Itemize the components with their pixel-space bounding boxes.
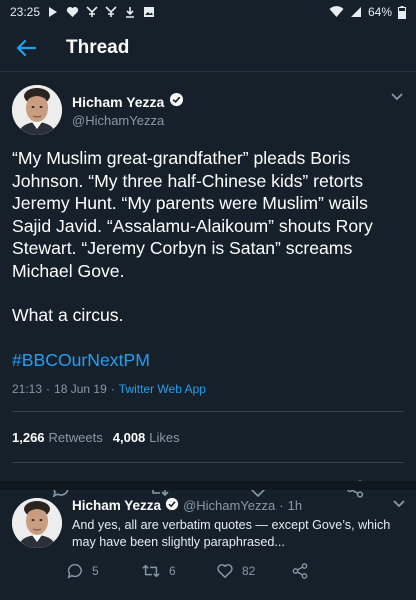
- retweets-label[interactable]: Retweets: [49, 430, 103, 445]
- status-bar: 23:25 64%: [0, 0, 416, 24]
- tweet-text: “My Muslim great-grandfather” pleads Bor…: [0, 147, 416, 371]
- arrow-left-icon: [16, 39, 36, 56]
- like-button[interactable]: 82: [216, 562, 291, 580]
- tweet-paragraph: “My Muslim great-grandfather” pleads Bor…: [12, 148, 373, 281]
- wifi-icon: [329, 6, 344, 18]
- tweet-meta: 21:13 · 18 Jun 19 · Twitter Web App: [0, 382, 416, 396]
- likes-label[interactable]: Likes: [149, 430, 179, 445]
- reply-tweet[interactable]: Hicham Yezza @HichamYezza · 1h And yes, …: [0, 490, 416, 600]
- meta-separator: ·: [46, 382, 51, 396]
- retweets-count[interactable]: 1,266: [12, 430, 45, 445]
- battery-percent: 64%: [367, 5, 392, 19]
- meta-separator: ·: [279, 498, 284, 513]
- hashtag-link[interactable]: #BBCOurNextPM: [12, 349, 404, 372]
- battery-icon: [398, 5, 406, 19]
- share-icon: [292, 563, 308, 579]
- retweet-icon: [142, 564, 160, 578]
- like-icon: [217, 564, 233, 579]
- author-name[interactable]: Hicham Yezza: [72, 498, 161, 513]
- likes-count[interactable]: 4,008: [113, 430, 146, 445]
- page-title: Thread: [66, 36, 130, 58]
- source-app-link[interactable]: Twitter Web App: [119, 382, 206, 396]
- signal-icon: [350, 6, 362, 18]
- verified-badge-icon: [169, 92, 184, 112]
- tweet-date: 18 Jun 19: [54, 382, 107, 396]
- verified-badge-icon: [165, 497, 179, 514]
- tweet-paragraph: What a circus.: [12, 305, 124, 325]
- app-bar: Thread: [0, 24, 416, 72]
- tweet-header: Hicham Yezza @HichamYezza: [0, 73, 416, 147]
- author-row: Hicham Yezza: [72, 92, 184, 112]
- tweet-time: 21:13: [12, 382, 43, 396]
- like-count: 82: [242, 564, 256, 578]
- reply-icon: [67, 563, 82, 579]
- reply-text: And yes, all are verbatim quotes — excep…: [72, 518, 391, 549]
- reply-header: Hicham Yezza @HichamYezza · 1h: [72, 497, 302, 514]
- retweet-button[interactable]: 6: [141, 562, 216, 580]
- author-handle[interactable]: @HichamYezza: [183, 498, 275, 513]
- avatar[interactable]: [12, 85, 62, 135]
- back-button[interactable]: [2, 24, 50, 72]
- mood-icon: [105, 6, 117, 18]
- author-handle[interactable]: @HichamYezza: [72, 113, 164, 128]
- more-options-button[interactable]: [392, 496, 406, 514]
- engagement-counts: 1,266 Retweets 4,008 Likes: [0, 412, 416, 462]
- heart-icon: [66, 6, 79, 18]
- mood-icon: [86, 6, 98, 18]
- avatar[interactable]: [12, 498, 62, 548]
- share-button[interactable]: [291, 562, 366, 580]
- retweet-count: 6: [169, 564, 176, 578]
- main-tweet: Hicham Yezza @HichamYezza “My Muslim gre…: [0, 73, 416, 515]
- chevron-down-icon: [393, 500, 405, 508]
- play-icon: [47, 6, 59, 18]
- reply-button[interactable]: 5: [66, 562, 141, 580]
- download-icon: [124, 6, 136, 18]
- thread-separator: [0, 481, 416, 490]
- reply-actions: 5 6 82: [66, 562, 366, 580]
- author-name[interactable]: Hicham Yezza: [72, 94, 164, 110]
- chevron-down-icon: [391, 93, 403, 101]
- reply-age: 1h: [287, 498, 303, 513]
- status-time: 23:25: [10, 5, 41, 19]
- more-options-button[interactable]: [390, 89, 404, 107]
- image-icon: [143, 6, 155, 18]
- meta-separator: ·: [110, 382, 115, 396]
- reply-count: 5: [92, 564, 99, 578]
